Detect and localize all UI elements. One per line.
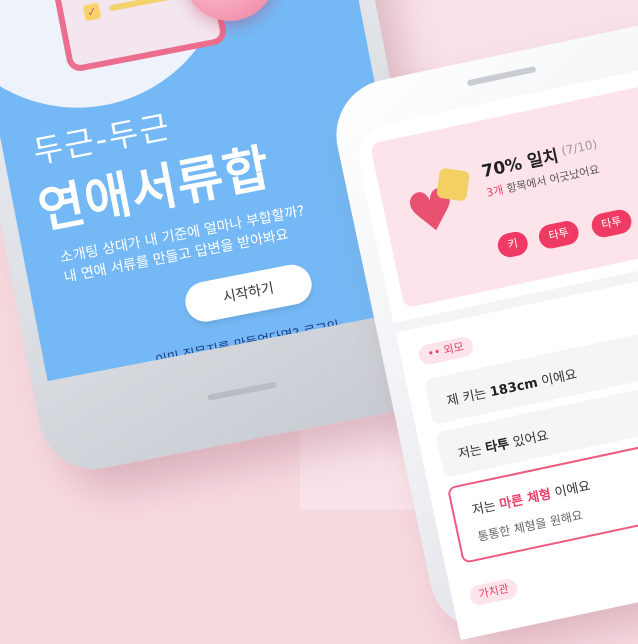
answer-highlight: 마른 체형: [498, 487, 553, 513]
section-tag-values: 가치관: [468, 577, 520, 607]
checklist-row: ✓: [82, 0, 184, 22]
match-count: (7/10): [560, 136, 599, 159]
heart-icon: ♥: [201, 0, 257, 3]
start-button[interactable]: 시작하기: [181, 261, 316, 326]
phone-home-indicator: [207, 381, 278, 401]
result-screen: ♥ 70% 일치 (7/10) 3개 항목에서 어긋났어요 키 타투 타투 ••…: [352, 61, 638, 640]
section-tag-appearance: •• 외모: [416, 335, 475, 367]
puzzle-heart-icon: ♥: [401, 167, 485, 249]
answer-highlight: 183cm: [488, 375, 540, 401]
login-link[interactable]: 이미 질문지를 만들었다면? 로그인: [154, 315, 340, 369]
phone-speaker: [466, 65, 537, 87]
match-summary-card: ♥ 70% 일치 (7/10) 3개 항목에서 어긋났어요 키 타투 타투: [369, 80, 638, 309]
mismatch-chip[interactable]: 타투: [589, 207, 634, 240]
mismatch-chip[interactable]: 키: [495, 229, 531, 260]
mismatch-chip[interactable]: 타투: [536, 218, 582, 251]
checkbox-icon: ✓: [82, 2, 102, 22]
answer-highlight: 타투: [484, 436, 511, 457]
